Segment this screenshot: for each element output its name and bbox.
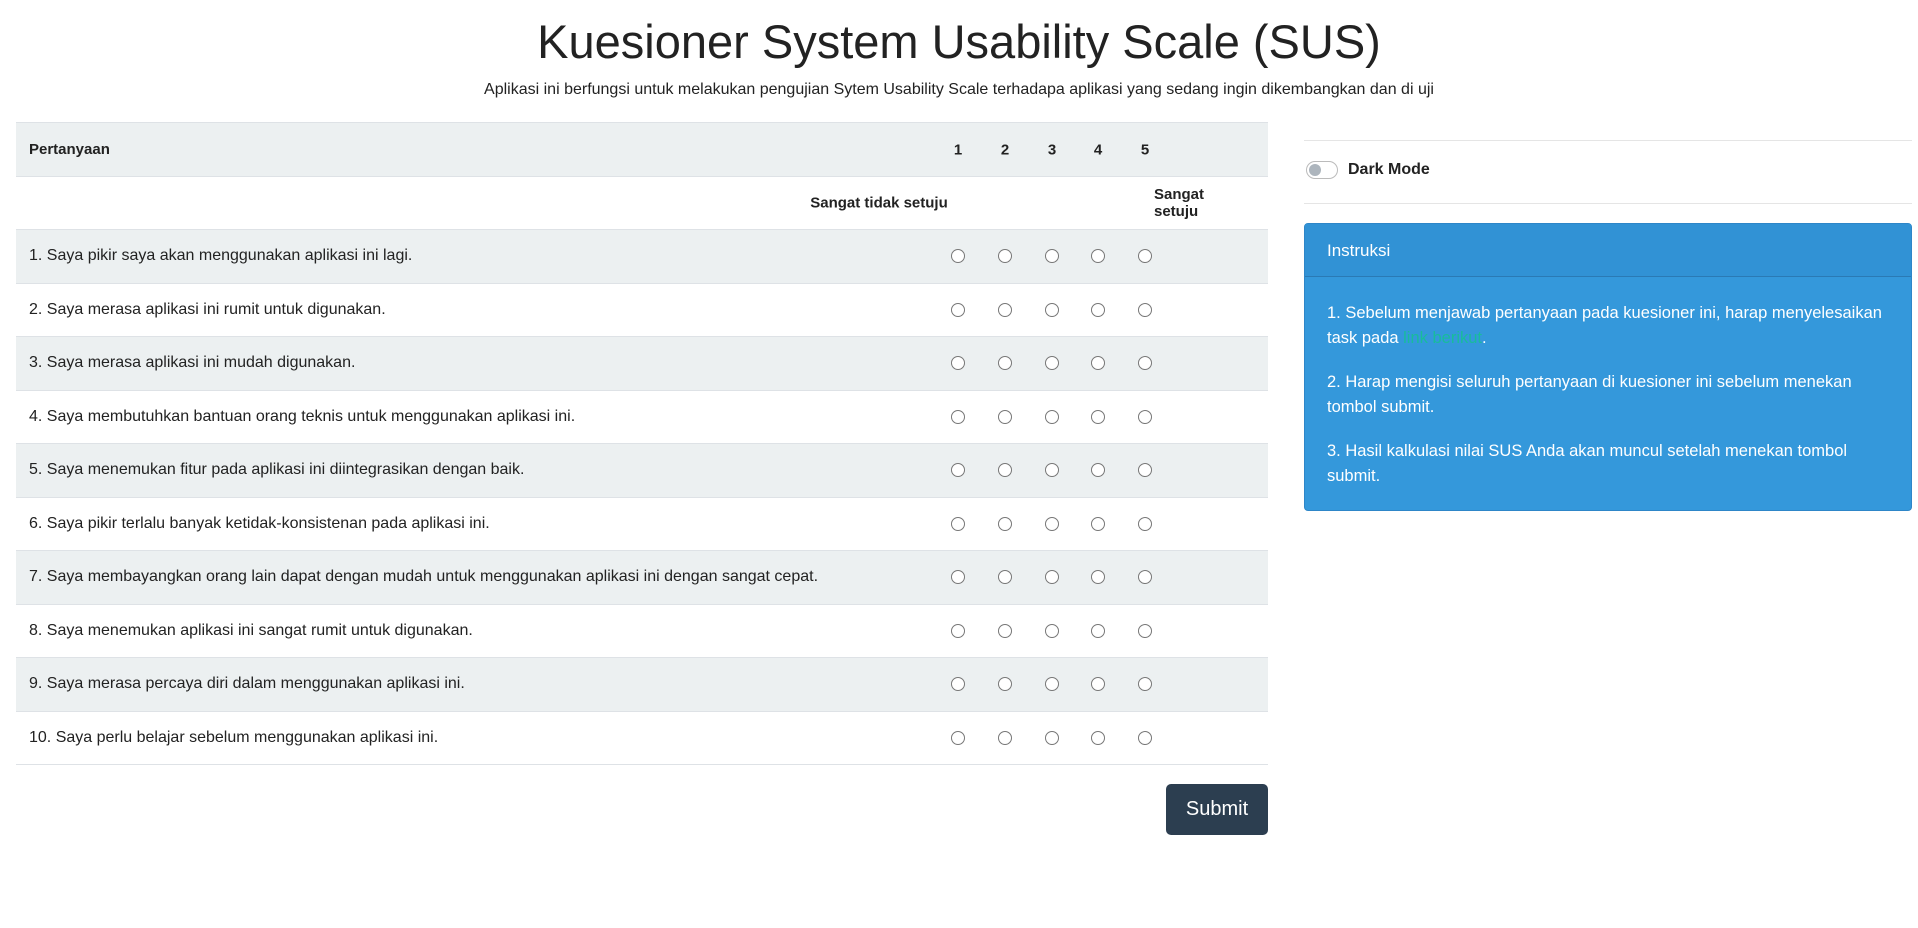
scale-header-4: 4 bbox=[1093, 141, 1103, 158]
radio-option-2[interactable] bbox=[998, 356, 1012, 371]
scale-header-3: 3 bbox=[1047, 141, 1057, 158]
radio-option-3[interactable] bbox=[1045, 516, 1059, 531]
scale-header-5: 5 bbox=[1140, 141, 1150, 158]
question-row: 4. Saya membutuhkan bantuan orang teknis… bbox=[16, 389, 1268, 444]
question-text: 10. Saya perlu belajar sebelum menggunak… bbox=[29, 728, 439, 746]
radio-option-3[interactable] bbox=[1045, 249, 1059, 264]
question-row: 10. Saya perlu belajar sebelum menggunak… bbox=[16, 710, 1268, 765]
radio-option-4[interactable] bbox=[1091, 570, 1105, 585]
radio-option-3[interactable] bbox=[1045, 677, 1059, 692]
radio-option-5[interactable] bbox=[1138, 516, 1152, 531]
toggle-switch-icon[interactable] bbox=[1306, 161, 1338, 179]
instructions-panel: Instruksi 1. Sebelum menjawab pertanyaan… bbox=[1304, 223, 1912, 511]
instruction-2: 2. Harap mengisi seluruh pertanyaan di k… bbox=[1327, 373, 1852, 416]
divider bbox=[1304, 203, 1912, 204]
radio-option-5[interactable] bbox=[1138, 463, 1152, 478]
radio-option-3[interactable] bbox=[1045, 302, 1059, 317]
radio-option-2[interactable] bbox=[998, 730, 1012, 745]
radio-option-1[interactable] bbox=[951, 356, 965, 371]
radio-option-3[interactable] bbox=[1045, 463, 1059, 478]
dark-mode-toggle[interactable]: Dark Mode bbox=[1306, 161, 1430, 179]
question-row: 9. Saya merasa percaya diri dalam menggu… bbox=[16, 657, 1268, 711]
radio-option-4[interactable] bbox=[1091, 730, 1105, 745]
radio-option-1[interactable] bbox=[951, 570, 965, 585]
radio-option-3[interactable] bbox=[1045, 730, 1059, 745]
low-label: Sangat tidak setuju bbox=[810, 194, 948, 212]
question-row: 2. Saya merasa aplikasi ini rumit untuk … bbox=[16, 282, 1268, 337]
radio-option-2[interactable] bbox=[998, 570, 1012, 585]
radio-option-5[interactable] bbox=[1138, 409, 1152, 424]
question-text: 4. Saya membutuhkan bantuan orang teknis… bbox=[29, 407, 576, 425]
instruction-1: 1. Sebelum menjawab pertanyaan pada kues… bbox=[1327, 304, 1882, 347]
sus-table: Pertanyaan 12345 Sangat tidak setuju San… bbox=[16, 122, 1268, 765]
question-text: 7. Saya membayangkan orang lain dapat de… bbox=[29, 568, 819, 586]
radio-option-5[interactable] bbox=[1138, 302, 1152, 317]
submit-button[interactable]: Submit bbox=[1166, 784, 1268, 835]
radio-option-3[interactable] bbox=[1045, 623, 1059, 638]
radio-option-4[interactable] bbox=[1091, 516, 1105, 531]
radio-option-5[interactable] bbox=[1138, 356, 1152, 371]
question-text: 9. Saya merasa percaya diri dalam menggu… bbox=[29, 675, 465, 693]
radio-option-1[interactable] bbox=[951, 623, 965, 638]
question-text: 3. Saya merasa aplikasi ini mudah diguna… bbox=[29, 354, 356, 372]
radio-option-4[interactable] bbox=[1091, 623, 1105, 638]
instruction-3: 3. Hasil kalkulasi nilai SUS Anda akan m… bbox=[1327, 442, 1848, 485]
radio-option-4[interactable] bbox=[1091, 463, 1105, 478]
radio-option-1[interactable] bbox=[951, 249, 965, 264]
question-text: 2. Saya merasa aplikasi ini rumit untuk … bbox=[29, 300, 386, 318]
dark-mode-label: Dark Mode bbox=[1348, 161, 1430, 178]
radio-option-2[interactable] bbox=[998, 516, 1012, 531]
task-link[interactable]: link berikut bbox=[1403, 329, 1482, 347]
radio-option-1[interactable] bbox=[951, 677, 965, 692]
radio-option-5[interactable] bbox=[1138, 677, 1152, 692]
radio-option-2[interactable] bbox=[998, 249, 1012, 264]
radio-option-5[interactable] bbox=[1138, 249, 1152, 264]
radio-option-1[interactable] bbox=[951, 302, 965, 317]
radio-option-4[interactable] bbox=[1091, 677, 1105, 692]
radio-option-5[interactable] bbox=[1138, 570, 1152, 585]
radio-option-2[interactable] bbox=[998, 623, 1012, 638]
question-row: 1. Saya pikir saya akan menggunakan apli… bbox=[16, 229, 1268, 283]
question-row: 5. Saya menemukan fitur pada aplikasi in… bbox=[16, 443, 1268, 497]
radio-option-1[interactable] bbox=[951, 516, 965, 531]
radio-option-2[interactable] bbox=[998, 302, 1012, 317]
question-text: 1. Saya pikir saya akan menggunakan apli… bbox=[29, 247, 413, 265]
scale-labels-row: Sangat tidak setuju Sangat setuju bbox=[16, 176, 1268, 229]
question-row: 7. Saya membayangkan orang lain dapat de… bbox=[16, 550, 1268, 604]
divider bbox=[1304, 140, 1912, 141]
question-text: 8. Saya menemukan aplikasi ini sangat ru… bbox=[29, 621, 473, 639]
high-label: Sangat setuju bbox=[1154, 186, 1205, 220]
page-subtitle: Aplikasi ini berfungsi untuk melakukan p… bbox=[484, 81, 1434, 98]
page-title: Kuesioner System Usability Scale (SUS) bbox=[537, 15, 1381, 68]
radio-option-4[interactable] bbox=[1091, 302, 1105, 317]
radio-option-2[interactable] bbox=[998, 677, 1012, 692]
question-row: 3. Saya merasa aplikasi ini mudah diguna… bbox=[16, 336, 1268, 390]
radio-option-1[interactable] bbox=[951, 730, 965, 745]
radio-option-2[interactable] bbox=[998, 463, 1012, 478]
scale-header-2: 2 bbox=[1000, 141, 1010, 158]
radio-option-4[interactable] bbox=[1091, 356, 1105, 371]
radio-option-5[interactable] bbox=[1138, 623, 1152, 638]
radio-option-3[interactable] bbox=[1045, 356, 1059, 371]
radio-option-1[interactable] bbox=[951, 409, 965, 424]
question-text: 5. Saya menemukan fitur pada aplikasi in… bbox=[29, 461, 525, 479]
radio-option-2[interactable] bbox=[998, 409, 1012, 424]
radio-option-3[interactable] bbox=[1045, 570, 1059, 585]
radio-option-4[interactable] bbox=[1091, 249, 1105, 264]
question-row: 6. Saya pikir terlalu banyak ketidak-kon… bbox=[16, 496, 1268, 551]
radio-option-1[interactable] bbox=[951, 463, 965, 478]
scale-header-1: 1 bbox=[953, 141, 963, 158]
table-header: Pertanyaan 12345 bbox=[16, 122, 1268, 176]
question-row: 8. Saya menemukan aplikasi ini sangat ru… bbox=[16, 603, 1268, 658]
question-text: 6. Saya pikir terlalu banyak ketidak-kon… bbox=[29, 514, 490, 532]
radio-option-4[interactable] bbox=[1091, 409, 1105, 424]
radio-option-5[interactable] bbox=[1138, 730, 1152, 745]
radio-option-3[interactable] bbox=[1045, 409, 1059, 424]
instructions-title: Instruksi bbox=[1305, 224, 1911, 277]
